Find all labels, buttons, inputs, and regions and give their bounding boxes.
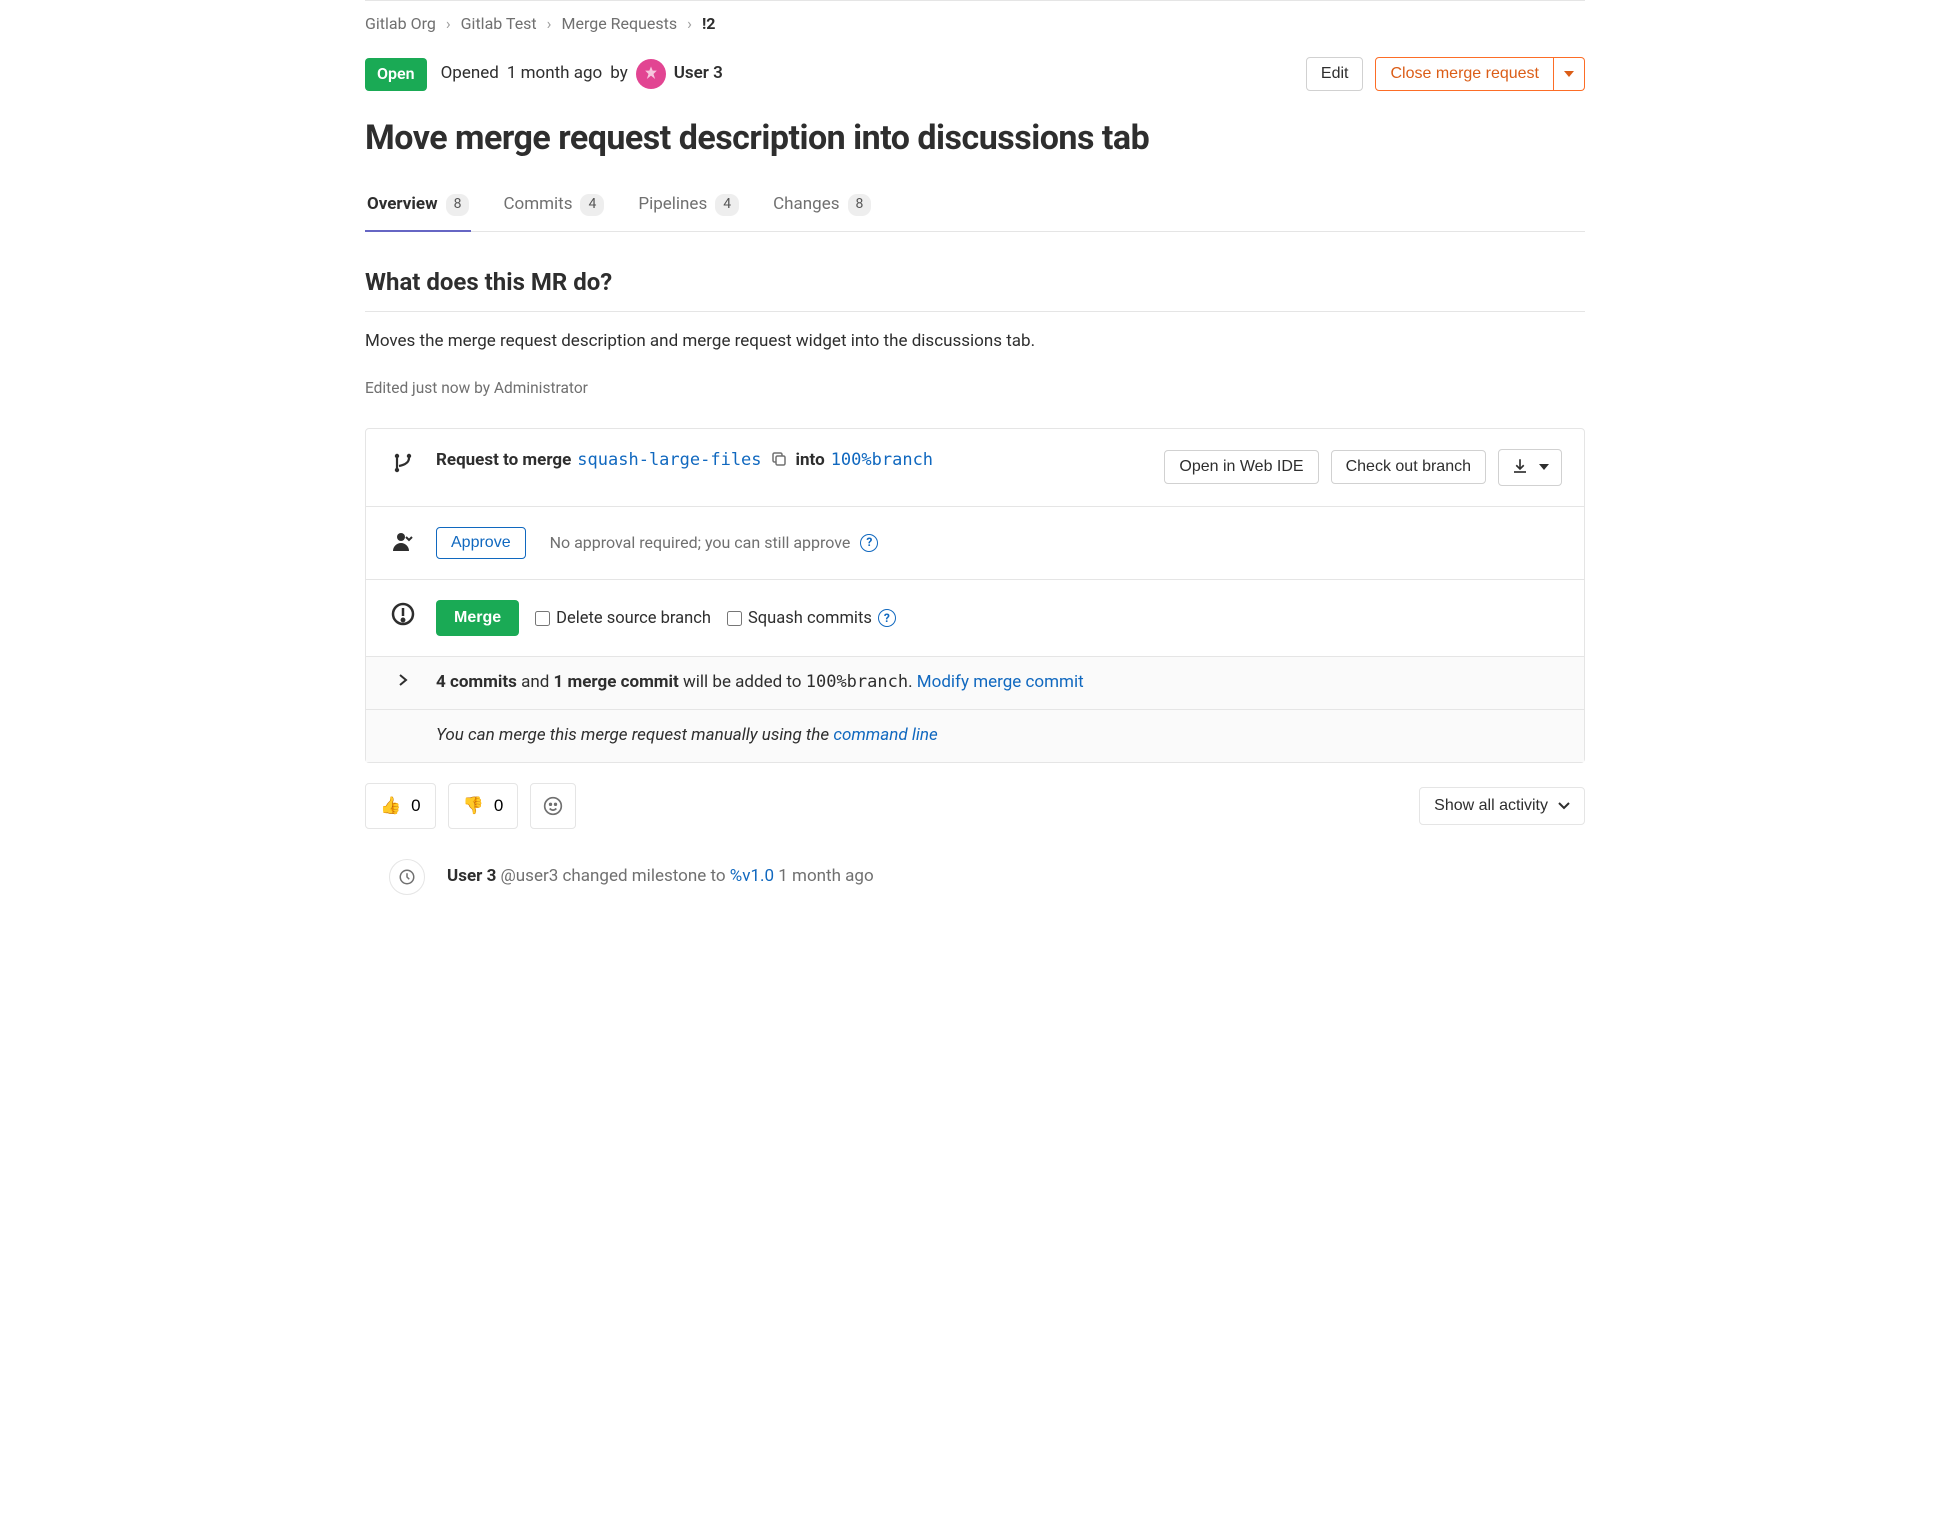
- edited-note: Edited just now by Administrator: [365, 378, 1585, 400]
- into-label: into: [796, 449, 825, 473]
- thumbs-down-button[interactable]: 👎 0: [448, 783, 519, 829]
- user-avatar[interactable]: [636, 59, 666, 89]
- chevron-right-icon: ›: [687, 13, 692, 35]
- breadcrumb: Gitlab Org › Gitlab Test › Merge Request…: [365, 1, 1585, 47]
- source-branch-link[interactable]: squash-large-files: [577, 449, 761, 473]
- delete-source-branch-checkbox[interactable]: Delete source branch: [535, 607, 711, 630]
- widget-approval: Approve No approval required; you can st…: [366, 507, 1584, 580]
- breadcrumb-item[interactable]: Gitlab Org: [365, 13, 436, 35]
- tab-count: 8: [446, 194, 470, 216]
- request-merge-label: Request to merge: [436, 449, 571, 473]
- command-line-link[interactable]: command line: [833, 725, 937, 745]
- widget-commits-summary: 4 commits and 1 merge commit will be add…: [366, 657, 1584, 710]
- tabs: Overview 8 Commits 4 Pipelines 4 Changes…: [365, 183, 1585, 232]
- chevron-right-icon: ›: [446, 13, 451, 35]
- approval-user-icon: [391, 529, 415, 559]
- squash-commits-checkbox[interactable]: Squash commits: [727, 607, 872, 630]
- open-web-ide-button[interactable]: Open in Web IDE: [1164, 450, 1318, 484]
- approval-note: No approval required; you can still appr…: [550, 532, 851, 554]
- tab-label: Commits: [503, 193, 572, 217]
- note-handle: @user3: [501, 866, 559, 886]
- manual-merge-text: You can merge this merge request manuall…: [436, 725, 829, 745]
- tab-count: 8: [848, 194, 872, 216]
- note-action: changed milestone to: [563, 866, 726, 886]
- approve-button[interactable]: Approve: [436, 527, 526, 559]
- expand-chevron[interactable]: [398, 673, 408, 694]
- thumbs-up-button[interactable]: 👍 0: [365, 783, 436, 829]
- milestone-link[interactable]: %v1.0: [730, 866, 774, 886]
- add-reaction-button[interactable]: [530, 783, 576, 829]
- close-mr-button[interactable]: Close merge request: [1375, 57, 1554, 91]
- download-dropdown[interactable]: [1498, 449, 1562, 486]
- copy-branch-button[interactable]: [768, 450, 790, 471]
- page-title: Move merge request description into disc…: [365, 115, 1585, 163]
- merge-button[interactable]: Merge: [436, 600, 519, 636]
- tab-changes[interactable]: Changes 8: [771, 183, 873, 231]
- clock-icon: [389, 859, 425, 895]
- tab-overview[interactable]: Overview 8: [365, 183, 471, 231]
- widget-source-target: Request to merge squash-large-files into…: [366, 429, 1584, 507]
- breadcrumb-item[interactable]: Merge Requests: [561, 13, 677, 35]
- activity-filter-dropdown[interactable]: Show all activity: [1419, 787, 1585, 825]
- target-branch-name: 100%branch: [806, 672, 908, 692]
- tab-label: Pipelines: [638, 193, 707, 217]
- git-merge-icon: [391, 451, 415, 481]
- tab-commits[interactable]: Commits 4: [501, 183, 606, 231]
- checkout-branch-button[interactable]: Check out branch: [1331, 450, 1486, 484]
- caret-down-icon: [1564, 71, 1574, 77]
- thumbs-up-count: 0: [411, 796, 420, 816]
- tab-label: Changes: [773, 193, 839, 217]
- tab-count: 4: [715, 194, 739, 216]
- thumbs-down-icon: 👎: [463, 796, 484, 816]
- thumbs-down-count: 0: [494, 796, 503, 816]
- tab-count: 4: [580, 194, 604, 216]
- help-icon[interactable]: ?: [860, 534, 878, 552]
- chevron-right-icon: ›: [547, 13, 552, 35]
- download-icon: [1511, 457, 1529, 478]
- divider: [365, 311, 1585, 312]
- modify-merge-commit-link[interactable]: Modify merge commit: [917, 672, 1084, 692]
- widget-manual-merge: You can merge this merge request manuall…: [366, 710, 1584, 762]
- status-badge: Open: [365, 58, 427, 90]
- opened-info: Opened 1 month ago by User 3: [441, 59, 723, 89]
- alert-circle-icon: [391, 602, 415, 632]
- help-icon[interactable]: ?: [878, 609, 896, 627]
- note-author: User 3: [447, 866, 496, 886]
- note-time: 1 month ago: [778, 866, 873, 886]
- breadcrumb-item[interactable]: Gitlab Test: [461, 13, 537, 35]
- widget-merge: Merge Delete source branch Squash commit…: [366, 580, 1584, 657]
- edit-button[interactable]: Edit: [1306, 57, 1364, 91]
- commits-count: 4 commits: [436, 672, 517, 692]
- description-body: Moves the merge request description and …: [365, 330, 1585, 354]
- chevron-down-icon: [1558, 797, 1570, 815]
- caret-down-icon: [1539, 464, 1549, 470]
- close-mr-dropdown[interactable]: [1554, 57, 1585, 91]
- target-branch-link[interactable]: 100%branch: [831, 449, 933, 473]
- description-heading: What does this MR do?: [365, 266, 1585, 300]
- author-link[interactable]: User 3: [674, 62, 723, 86]
- thumbs-up-icon: 👍: [380, 796, 401, 816]
- tab-label: Overview: [367, 193, 438, 217]
- close-mr-button-group: Close merge request: [1375, 57, 1585, 91]
- tab-pipelines[interactable]: Pipelines 4: [636, 183, 741, 231]
- breadcrumb-current: !2: [702, 13, 716, 35]
- mr-widget: Request to merge squash-large-files into…: [365, 428, 1585, 763]
- system-note: User 3 @user3 changed milestone to %v1.0…: [365, 859, 1585, 895]
- merge-commit-text: 1 merge commit: [554, 672, 679, 692]
